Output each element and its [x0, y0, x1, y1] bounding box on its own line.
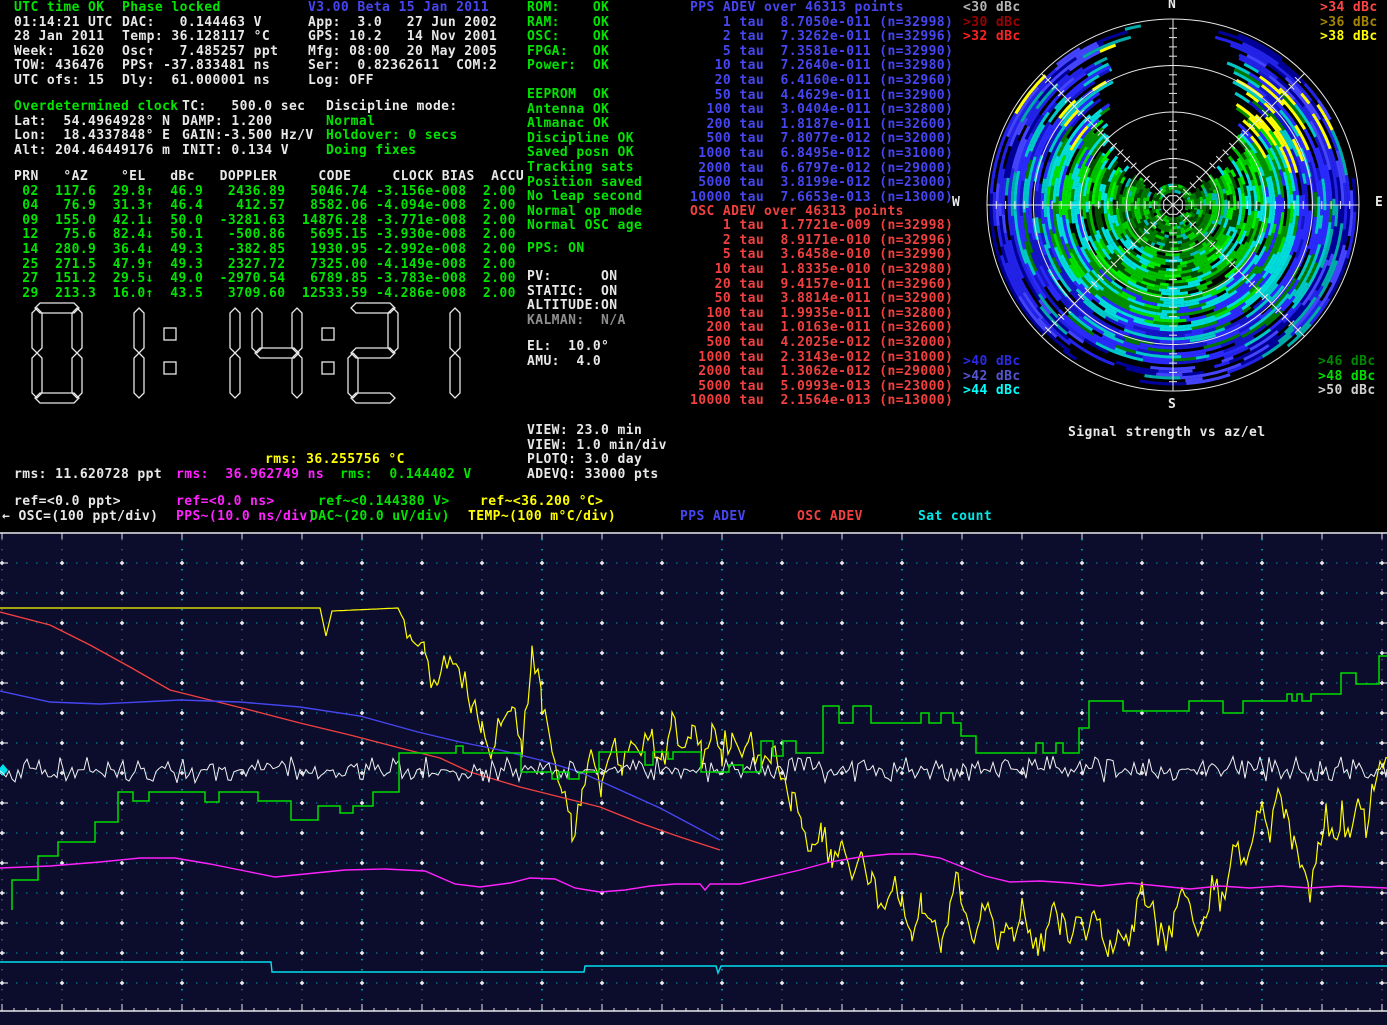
strip-chart-plot — [0, 532, 1387, 1025]
compass-west: W — [952, 196, 960, 211]
rms-temp: rms: 36.255756 °C — [265, 453, 405, 468]
discipline-title: Discipline mode: — [326, 100, 458, 115]
kalman-state: KALMAN: N/A — [527, 314, 626, 329]
dbc-legend-item: >50 dBc — [1318, 384, 1376, 399]
dbc-legend-item: >40 dBc — [963, 355, 1021, 370]
phase-values: DAC: 0.144463 V Temp: 36.128117 °C Osc↑ … — [122, 16, 278, 89]
compass-east: E — [1375, 196, 1383, 211]
scale-osc: ← OSC=(100 ppt/div) — [2, 510, 158, 525]
dbc-legend-top-right: >34 dBc>36 dBc>38 dBc — [1320, 1, 1378, 45]
sat-table-rows: 02 117.6 29.8↑ 46.9 2436.89 5046.74 -3.1… — [14, 185, 516, 302]
discipline-state: Normal Holdover: 0 secs Doing fixes — [326, 115, 458, 159]
scale-dac: DAC~(20.0 uV/div) — [310, 510, 450, 525]
utc-status: UTC time OK — [14, 1, 105, 16]
pps-adev-title: PPS ADEV over 46313 points — [690, 1, 904, 16]
loop-params: TC: 500.0 sec DAMP: 1.200 GAIN:-3.500 Hz… — [182, 100, 314, 158]
dbc-legend-item: >42 dBc — [963, 370, 1021, 385]
sat-table-header: PRN °AZ °EL dBc DOPPLER CODE CLOCK BIAS … — [14, 170, 524, 185]
osc-adev-table: 1 tau 1.7721e-009 (n=32998) 2 tau 8.9171… — [690, 219, 953, 409]
rms-pps: rms: 36.962749 ns — [176, 468, 324, 483]
dbc-legend-bottom-right: >46 dBc>48 dBc>50 dBc — [1318, 355, 1376, 399]
pps-state: PPS: ON — [527, 242, 585, 257]
health-status-2: EEPROM OK Antenna OK Almanac OK Discipli… — [527, 88, 642, 234]
plot-label-pps-adev: PPS ADEV — [680, 510, 746, 525]
polar-caption: Signal strength vs az/el — [1068, 426, 1265, 441]
dbc-legend-item: >36 dBc — [1320, 16, 1378, 31]
scale-pps: PPS~(10.0 ns/div) — [176, 510, 316, 525]
ref-temp: ref~<36.200 °C> — [480, 495, 603, 510]
plot-label-sat-count: Sat count — [918, 510, 992, 525]
rms-osc: rms: 11.620728 ppt — [14, 468, 162, 483]
scale-temp: TEMP~(100 m°C/div) — [468, 510, 616, 525]
view-settings: VIEW: 23.0 min VIEW: 1.0 min/div PLOTQ: … — [527, 424, 667, 482]
dbc-legend-item: >32 dBc — [963, 30, 1021, 45]
dbc-legend-item: >34 dBc — [1320, 1, 1378, 16]
ref-pps: ref=<0.0 ns> — [176, 495, 275, 510]
phase-status: Phase locked — [122, 1, 221, 16]
position-values: Lat: 54.4964928° N Lon: 18.4337848° E Al… — [14, 115, 170, 159]
dbc-legend-item: >44 dBc — [963, 384, 1021, 399]
signal-strength-polar-map — [975, 5, 1375, 405]
lady-heather-screen: UTC time OK 01:14:21 UTC 28 Jan 2011 Wee… — [0, 0, 1387, 1025]
health-status: ROM: OK RAM: OK OSC: OK FPGA: OK Power: … — [527, 1, 609, 74]
mask-settings: EL: 10.0° AMU: 4.0 — [527, 340, 609, 369]
dbc-legend-item: >46 dBc — [1318, 355, 1376, 370]
ref-dac: ref~<0.144380 V> — [318, 495, 450, 510]
osc-adev-title: OSC ADEV over 46313 points — [690, 205, 904, 220]
version-info: App: 3.0 27 Jun 2002 GPS: 10.2 14 Nov 20… — [308, 16, 497, 89]
dbc-legend-item: >48 dBc — [1318, 370, 1376, 385]
plot-label-osc-adev: OSC ADEV — [797, 510, 863, 525]
fix-state: PV: ON STATIC: ON ALTITUDE:ON — [527, 270, 618, 314]
rms-dac: rms: 0.144402 V — [340, 468, 472, 483]
compass-north: N — [1168, 0, 1176, 13]
dbc-legend-item: <30 dBc — [963, 1, 1021, 16]
ref-osc: ref=<0.0 ppt> — [14, 495, 121, 510]
dbc-legend-item: >38 dBc — [1320, 30, 1378, 45]
version-title: V3.00 Beta 15 Jan 2011 — [308, 1, 489, 16]
compass-south: S — [1168, 398, 1176, 413]
big-digital-clock — [28, 298, 468, 410]
dbc-legend-bottom-left: >40 dBc>42 dBc>44 dBc — [963, 355, 1021, 399]
pps-adev-table: 1 tau 8.7050e-011 (n=32998) 2 tau 7.3262… — [690, 16, 953, 206]
dbc-legend-top-left: <30 dBc>30 dBc>32 dBc — [963, 1, 1021, 45]
utc-info: 01:14:21 UTC 28 Jan 2011 Week: 1620 TOW:… — [14, 16, 113, 89]
clock-mode-title: Overdetermined clock — [14, 100, 179, 115]
dbc-legend-item: >30 dBc — [963, 16, 1021, 31]
